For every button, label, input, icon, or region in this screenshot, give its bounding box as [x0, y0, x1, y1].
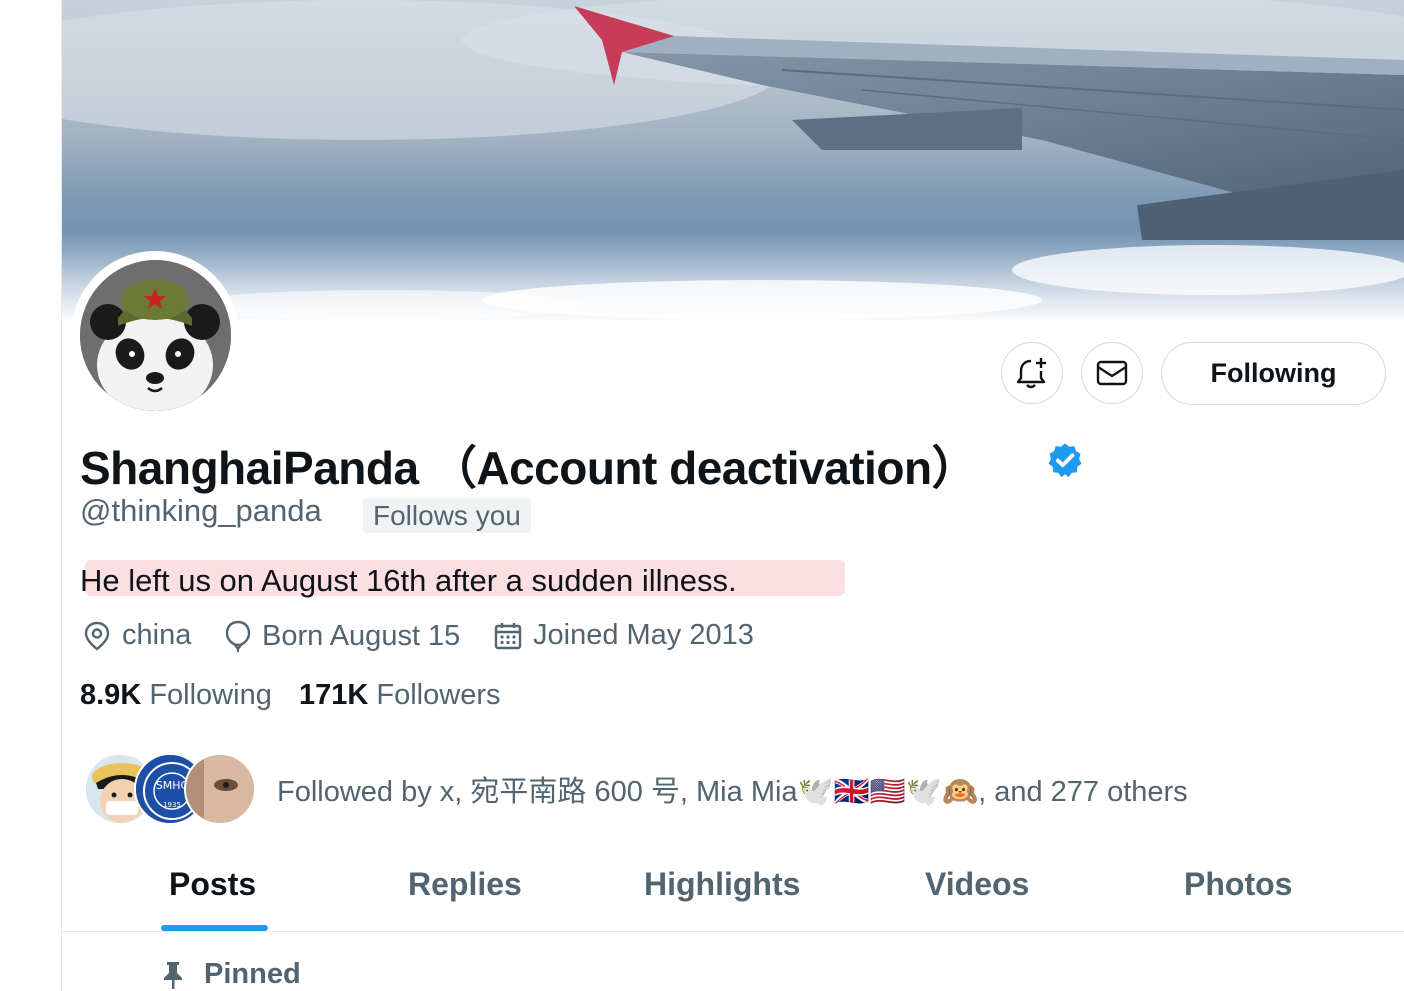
following-count: 8.9K	[80, 679, 142, 711]
pin-icon	[164, 961, 182, 989]
avatar[interactable]	[80, 260, 231, 411]
verified-badge-icon[interactable]	[1046, 441, 1084, 479]
followers-label: Followers	[376, 679, 501, 711]
tab-videos[interactable]: Videos	[925, 866, 1029, 903]
tab-posts[interactable]: Posts	[169, 866, 256, 903]
joined-text: Joined May 2013	[533, 619, 754, 651]
display-name: ShanghaiPanda （Account deactivation）	[80, 442, 978, 494]
bell-plus-icon	[1016, 358, 1046, 389]
bio: He left us on August 16th after a sudden…	[80, 563, 737, 598]
svg-text:1935: 1935	[163, 801, 181, 809]
airplane-wing-image	[62, 0, 1404, 320]
location: china	[82, 619, 191, 652]
tab-highlights[interactable]: Highlights	[644, 866, 800, 903]
follows-you-badge: Follows you	[363, 498, 531, 533]
birthday-text: Born August 15	[262, 619, 461, 652]
message-button[interactable]	[1081, 342, 1143, 404]
followers-count: 171K	[299, 679, 369, 711]
left-gutter	[0, 0, 61, 991]
tab-photos[interactable]: Photos	[1184, 866, 1292, 903]
join-date: Joined May 2013	[493, 619, 754, 652]
notify-button[interactable]	[1001, 342, 1063, 404]
face-photo-image	[186, 755, 254, 823]
follower-avatar-3[interactable]	[184, 753, 256, 825]
followed-by-text[interactable]: Followed by x, 宛平南路 600 号, Mia Mia🕊️🇬🇧🇺🇸…	[277, 768, 1188, 810]
birthday: Born August 15	[224, 619, 460, 653]
following-label: Following	[149, 679, 272, 711]
profile-banner[interactable]	[62, 0, 1404, 320]
balloon-icon	[225, 620, 251, 652]
pinned-text: Pinned	[204, 958, 301, 990]
followers-stat[interactable]: 171K Followers	[299, 679, 500, 712]
tab-replies[interactable]: Replies	[408, 866, 522, 903]
pinned-label: Pinned	[160, 958, 301, 991]
handle: @thinking_panda	[80, 493, 322, 528]
following-button[interactable]: Following	[1161, 342, 1386, 405]
location-text: china	[122, 619, 192, 651]
calendar-icon	[494, 622, 522, 649]
panda-avatar-image	[80, 260, 231, 411]
following-stat[interactable]: 8.9K Following	[80, 679, 272, 712]
tabs-divider	[62, 931, 1404, 932]
location-pin-icon	[84, 621, 110, 650]
envelope-icon	[1096, 360, 1128, 386]
